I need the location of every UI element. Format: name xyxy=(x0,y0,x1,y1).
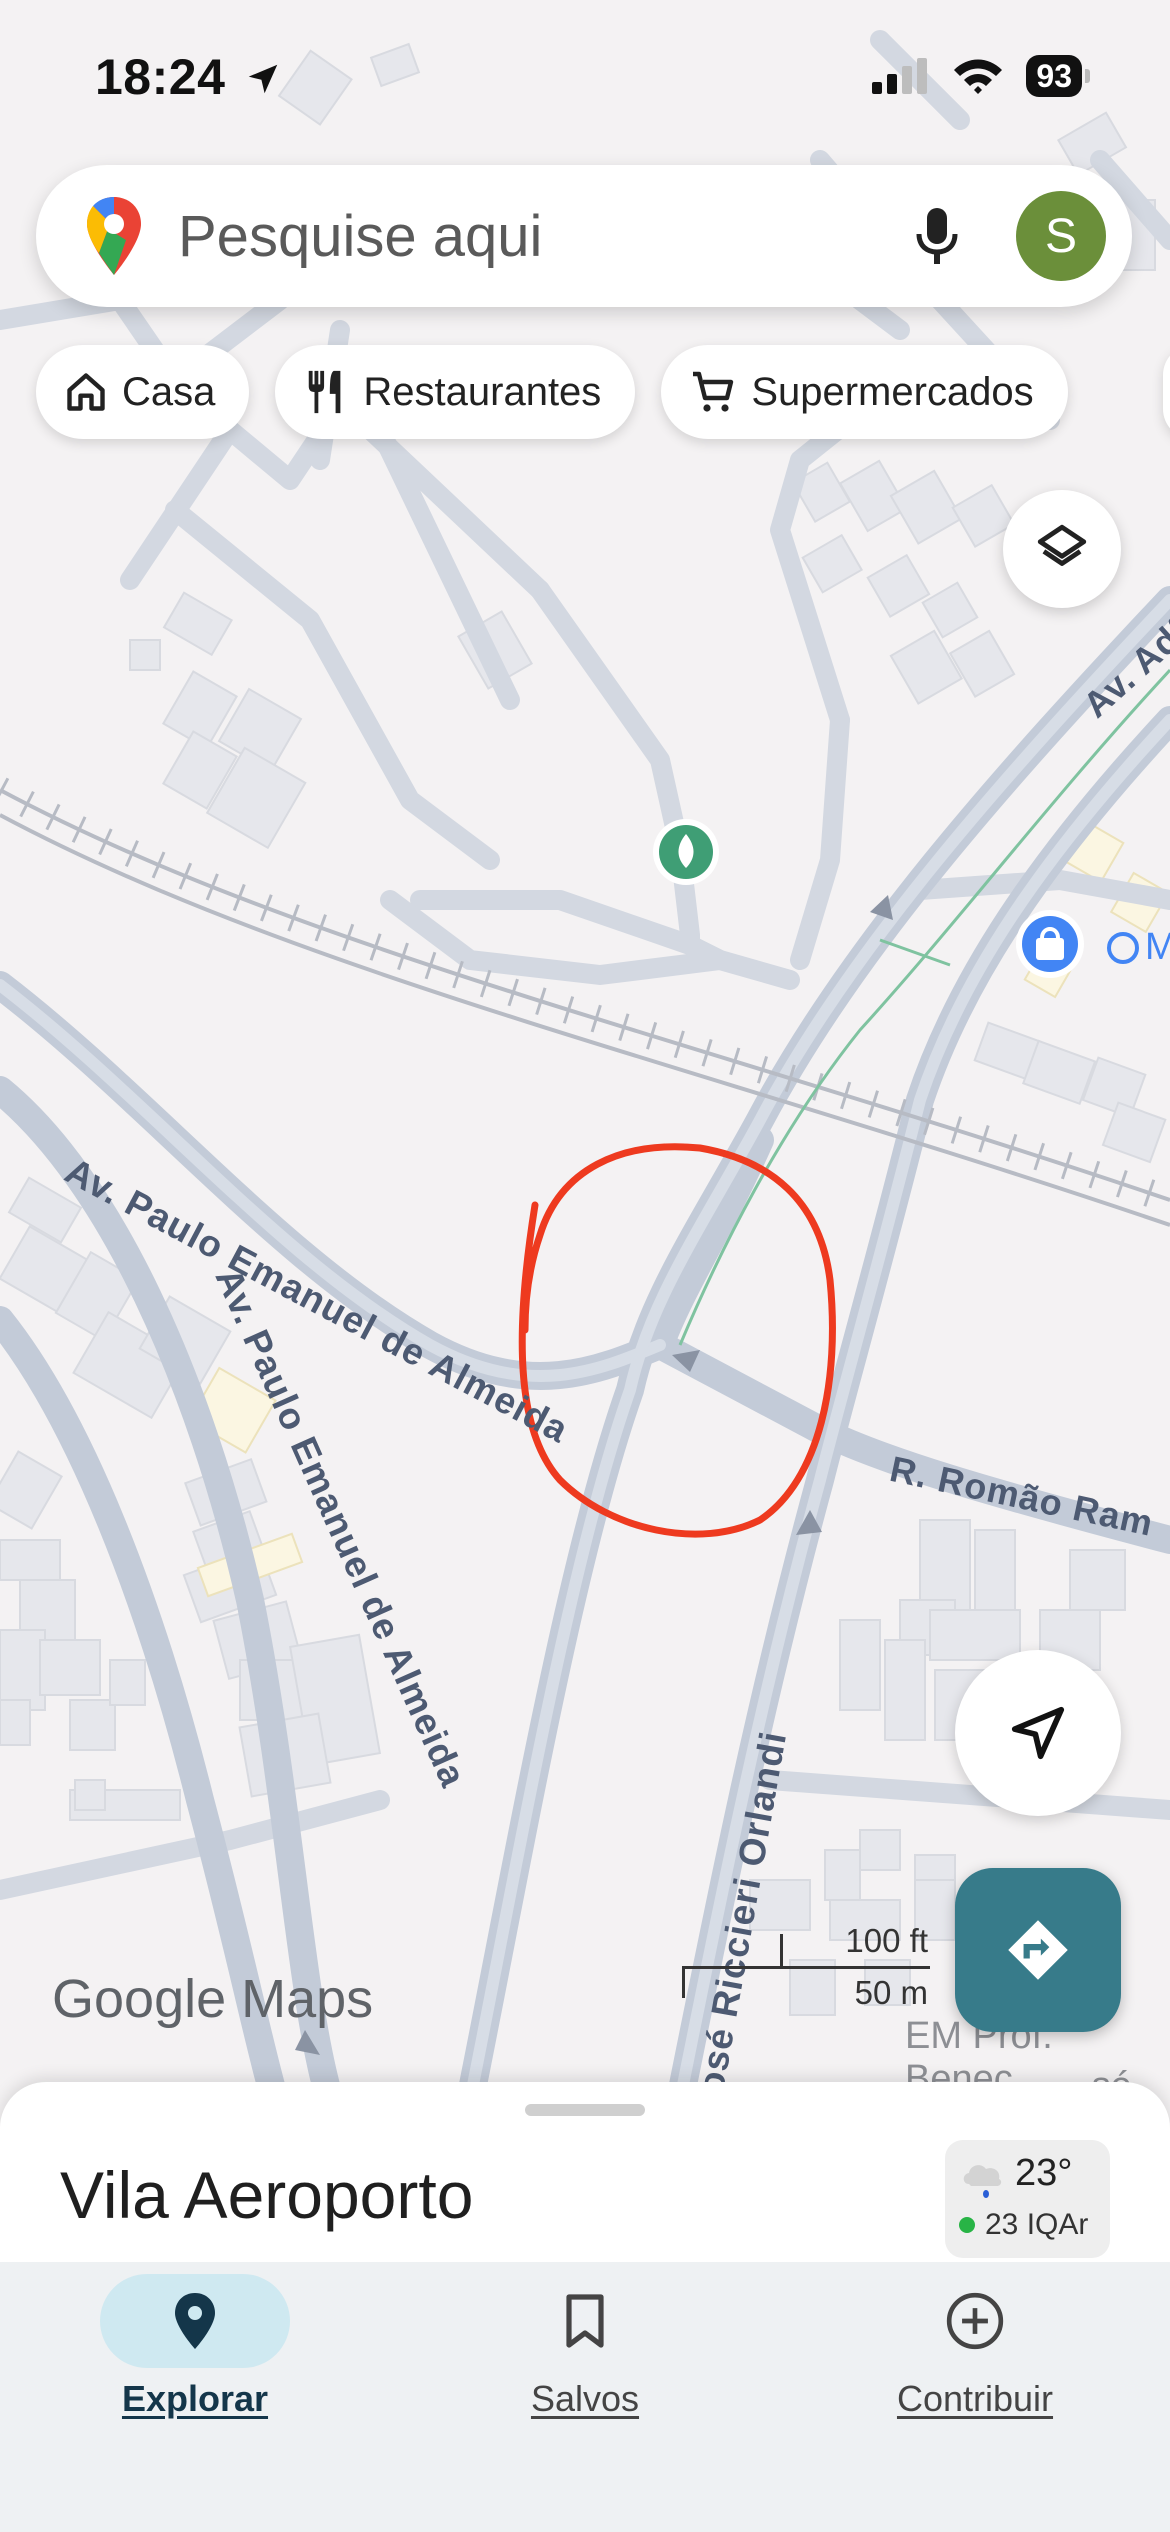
weather-temperature: 23° xyxy=(1015,2152,1073,2194)
status-indicators: 93 xyxy=(870,55,1090,97)
wifi-icon xyxy=(954,59,1003,94)
account-avatar[interactable]: S xyxy=(1016,191,1106,281)
nav-label: Salvos xyxy=(530,2378,640,2419)
chip-label: Supermercados xyxy=(751,369,1034,414)
map-scale: 100 ft 50 m xyxy=(680,1922,930,2012)
search-bar[interactable]: Pesquise aqui S xyxy=(36,165,1132,307)
poi-label-m: M xyxy=(1145,926,1170,968)
nav-label: Explorar xyxy=(121,2378,269,2419)
navigation-arrow-icon xyxy=(1011,1706,1065,1760)
search-input[interactable]: Pesquise aqui xyxy=(178,203,914,270)
chip-label: Restaurantes xyxy=(363,369,602,414)
google-maps-logo: Google Maps xyxy=(52,1969,374,2029)
poi-park-icon[interactable] xyxy=(653,819,719,885)
nav-explorar[interactable]: Explorar xyxy=(0,2262,390,2532)
nav-pill xyxy=(880,2274,1070,2368)
bookmark-icon xyxy=(566,2294,604,2348)
sheet-drag-handle[interactable] xyxy=(525,2104,645,2116)
microphone-icon[interactable] xyxy=(914,206,960,266)
nav-contribuir[interactable]: Contribuir xyxy=(780,2262,1170,2532)
nav-label: Contribuir xyxy=(896,2378,1054,2419)
nav-pill xyxy=(490,2274,680,2368)
layers-icon xyxy=(1037,524,1087,566)
directions-button[interactable] xyxy=(955,1868,1121,2032)
air-quality-dot-icon xyxy=(959,2217,975,2233)
location-arrow-icon xyxy=(248,64,278,94)
chip-supermercados[interactable]: Supermercados xyxy=(661,345,1068,439)
google-maps-logo-icon xyxy=(87,197,141,275)
cart-icon xyxy=(693,371,734,412)
cloud-rain-icon xyxy=(963,2165,1002,2198)
place-title: Vila Aeroporto xyxy=(60,2158,474,2232)
bottom-navigation: Explorar Salvos Contribuir xyxy=(0,2262,1170,2532)
chip-label: Casa xyxy=(122,369,216,414)
battery-indicator: 93 xyxy=(1026,55,1082,97)
my-location-button[interactable] xyxy=(955,1650,1121,1816)
status-time: 18:24 xyxy=(95,48,282,106)
home-icon xyxy=(67,373,105,411)
pin-icon xyxy=(175,2293,215,2349)
chip-restaurantes[interactable]: Restaurantes xyxy=(275,345,636,439)
signal-icon xyxy=(872,58,928,94)
poi-shopping-icon[interactable] xyxy=(1016,910,1084,978)
directions-icon xyxy=(1008,1920,1068,1980)
plus-circle-icon xyxy=(946,2292,1004,2350)
air-quality-label: 23 IQAr xyxy=(985,2208,1089,2241)
bottom-sheet[interactable]: Vila Aeroporto 23° 23 IQAr Explorar Salv… xyxy=(0,2082,1170,2532)
weather-chip[interactable]: 23° 23 IQAr xyxy=(945,2140,1110,2258)
nav-pill-active xyxy=(100,2274,290,2368)
nav-salvos[interactable]: Salvos xyxy=(390,2262,780,2532)
fork-knife-icon xyxy=(309,370,341,414)
layers-button[interactable] xyxy=(1003,490,1121,608)
category-chips: Casa Restaurantes Supermercados xyxy=(36,345,1068,439)
chip-casa[interactable]: Casa xyxy=(36,345,250,439)
